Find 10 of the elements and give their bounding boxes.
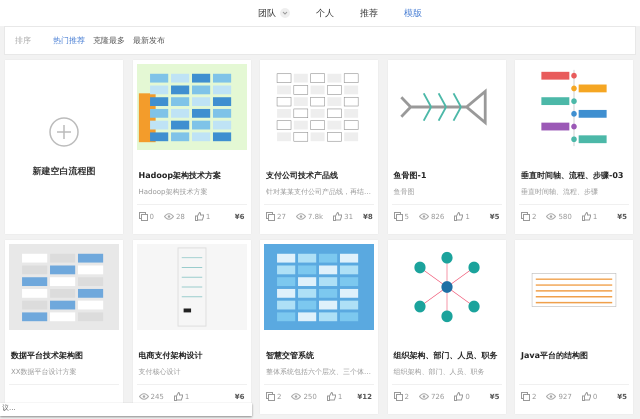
- card-title: 鱼骨图-1: [394, 170, 428, 181]
- card-title: 组织架构、部门、人员、职务: [394, 350, 498, 361]
- card-title: 支付公司技术产品线: [266, 170, 339, 181]
- sort-label: 排序: [15, 35, 31, 46]
- card-title: Java平台的结构图: [521, 350, 589, 361]
- card-title: Hadoop架构技术方案: [138, 170, 222, 181]
- card-title: 电商支付架构设计: [138, 350, 204, 361]
- card-title: 垂直时间轴、流程、步骤-03: [521, 170, 624, 181]
- card-title: 数据平台技术架构图: [11, 350, 84, 361]
- card-title: 智慧交管系统: [266, 350, 315, 361]
